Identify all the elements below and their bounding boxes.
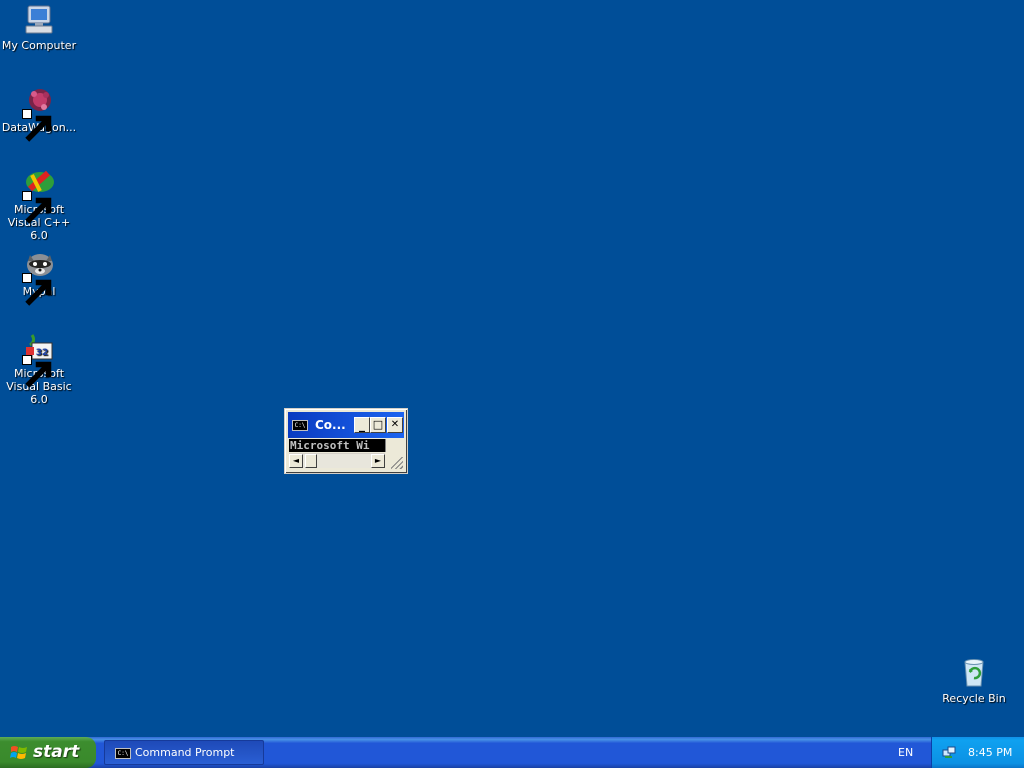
desktop-icon-recycle-bin[interactable]: Recycle Bin [934,656,1014,705]
visual-basic-icon: 32 [22,331,56,388]
start-button[interactable]: start [0,737,96,768]
maximize-button[interactable]: □ [370,417,386,433]
recycle-bin-icon [957,656,991,690]
language-indicator[interactable]: EN [898,746,913,759]
resize-grip-icon[interactable] [391,457,403,469]
visual-cpp-icon [22,167,56,224]
windows-flag-icon [10,746,27,759]
horizontal-scrollbar[interactable]: ◄ ► [289,453,385,468]
shortcut-arrow-icon [22,109,52,142]
desktop-icon-datawagon[interactable]: DataWagon... [0,85,79,142]
desktop-icon-mypal[interactable]: Mypal [0,249,79,306]
desktop-icon-label: My Computer [1,39,77,52]
cmd-icon: C:\ [115,748,131,759]
scroll-left-button[interactable]: ◄ [289,454,303,468]
desktop-icon-visual-basic[interactable]: 32 Microsoft Visual Basic 6.0 [0,331,79,406]
taskbar-item-label: Command Prompt [135,746,235,759]
network-icon[interactable] [942,745,956,759]
desktop-icon-visual-cpp[interactable]: Microsoft Visual C++ 6.0 [0,167,79,242]
cmd-icon: C:\ [292,420,308,431]
vertical-scrollbar[interactable] [385,439,401,452]
my-computer-icon [22,3,56,37]
desktop-icon-my-computer[interactable]: My Computer [0,3,79,52]
console-text: Microsoft Wi [290,439,370,452]
console-output[interactable]: Microsoft Wi [289,439,385,452]
close-button[interactable]: ✕ [387,417,403,433]
mypal-raccoon-icon [22,249,56,306]
cmd-window[interactable]: C:\ Co... _ □ ✕ Microsoft Wi ◄ ► [284,408,408,474]
shortcut-arrow-icon [22,273,52,306]
system-tray: 8:45 PM [931,737,1024,768]
start-label: start [33,742,80,762]
minimize-button[interactable]: _ [354,417,370,433]
cmd-title-bar[interactable]: C:\ Co... _ □ ✕ [288,412,404,438]
scroll-thumb[interactable] [305,454,317,468]
taskbar-item-command-prompt[interactable]: C:\ Command Prompt [104,740,264,765]
scroll-right-button[interactable]: ► [371,454,385,468]
taskbar: start C:\ Command Prompt EN 8:45 PM [0,737,1024,768]
clock[interactable]: 8:45 PM [968,746,1012,759]
shortcut-arrow-icon [22,355,52,388]
desktop-icon-label: Recycle Bin [942,692,1006,705]
shortcut-arrow-icon [22,191,52,224]
desktop: My Computer DataWagon... Microsoft Visua… [0,0,1024,737]
datawagon-icon [22,85,56,142]
window-title: Co... [315,418,346,432]
